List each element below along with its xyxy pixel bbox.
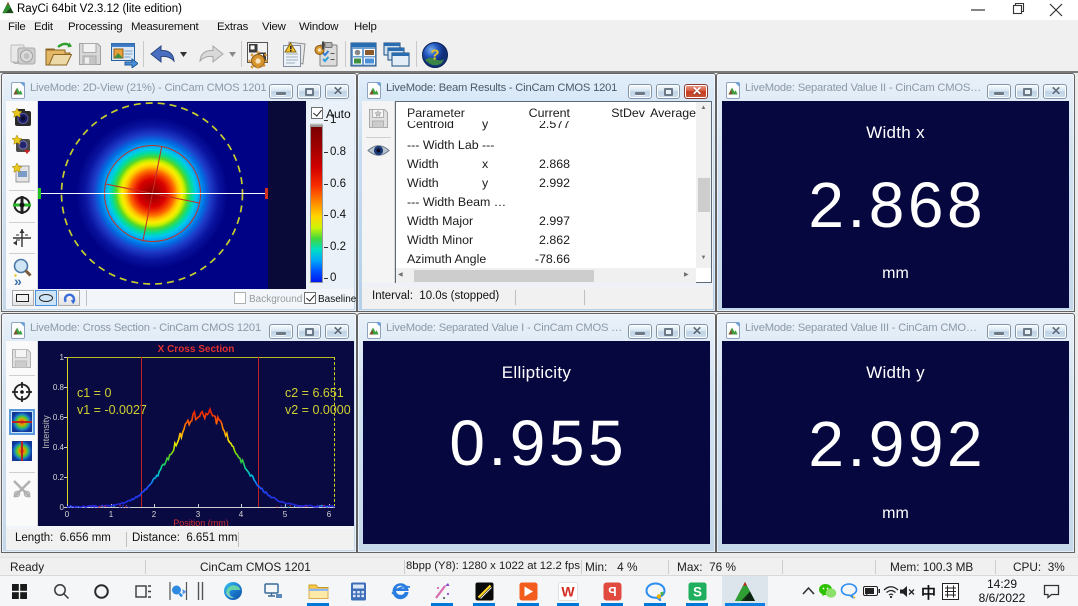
svg-text:W: W (561, 583, 575, 599)
svg-text:P: P (608, 585, 616, 599)
svg-text:S: S (692, 584, 701, 599)
svg-text:?: ? (430, 47, 439, 64)
